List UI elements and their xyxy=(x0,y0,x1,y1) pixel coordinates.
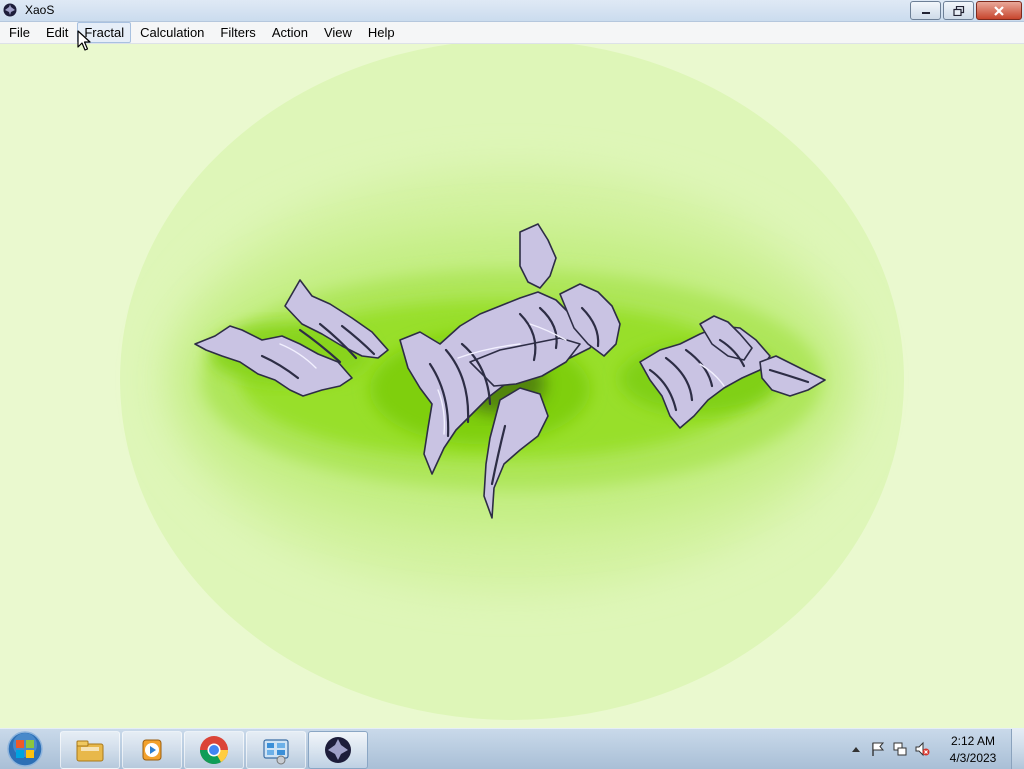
close-button[interactable] xyxy=(976,1,1022,20)
xaos-window: XaoS File Edit Fractal Calculation Filte xyxy=(0,0,1024,728)
taskbar-chrome[interactable] xyxy=(184,731,244,769)
menu-view[interactable]: View xyxy=(317,22,359,43)
menu-help[interactable]: Help xyxy=(361,22,402,43)
network-button[interactable] xyxy=(891,740,909,758)
clock-time: 2:12 AM xyxy=(950,734,996,748)
taskbar-file-explorer[interactable] xyxy=(60,731,120,769)
volume-button[interactable] xyxy=(913,740,931,758)
fractal-canvas[interactable] xyxy=(0,44,1024,728)
show-desktop-button[interactable] xyxy=(1011,729,1024,769)
taskbar-control-panel[interactable] xyxy=(246,731,306,769)
taskbar: 2:12 AM 4/3/2023 xyxy=(0,728,1024,769)
taskbar-media-player[interactable] xyxy=(122,731,182,769)
action-center-button[interactable] xyxy=(869,740,887,758)
system-tray xyxy=(845,729,933,769)
window-controls xyxy=(908,1,1022,20)
minimize-button[interactable] xyxy=(910,1,941,20)
mouse-cursor-icon xyxy=(77,30,91,51)
menu-file[interactable]: File xyxy=(2,22,37,43)
minimize-icon xyxy=(921,11,930,14)
close-icon xyxy=(994,5,1004,16)
menu-filters[interactable]: Filters xyxy=(213,22,262,43)
start-orb-icon xyxy=(7,731,43,767)
taskbar-xaos[interactable] xyxy=(308,731,368,769)
xaos-icon xyxy=(325,737,351,763)
network-icon xyxy=(893,742,907,756)
show-hidden-icons xyxy=(852,747,860,752)
xaos-icon xyxy=(3,3,17,17)
taskbar-clock[interactable]: 2:12 AM 4/3/2023 xyxy=(940,733,1006,767)
clock-date: 4/3/2023 xyxy=(949,751,997,765)
show-hidden-icons-button[interactable] xyxy=(847,740,865,758)
title-bar[interactable]: XaoS xyxy=(0,0,1024,22)
start-button[interactable] xyxy=(5,730,45,768)
menu-bar: File Edit Fractal Calculation Filters Ac… xyxy=(0,22,1024,44)
menu-edit[interactable]: Edit xyxy=(39,22,75,43)
control-panel-icon xyxy=(263,739,289,765)
menu-action[interactable]: Action xyxy=(265,22,315,43)
media-player-icon xyxy=(142,739,162,761)
restore-icon xyxy=(952,5,964,16)
menu-calculation[interactable]: Calculation xyxy=(133,22,211,43)
restore-button[interactable] xyxy=(943,1,974,20)
file-explorer-icon xyxy=(76,740,104,762)
chrome-icon xyxy=(200,736,228,764)
volume-muted-icon xyxy=(915,741,930,757)
window-title: XaoS xyxy=(25,3,55,17)
action-center-flag-icon xyxy=(872,742,885,756)
